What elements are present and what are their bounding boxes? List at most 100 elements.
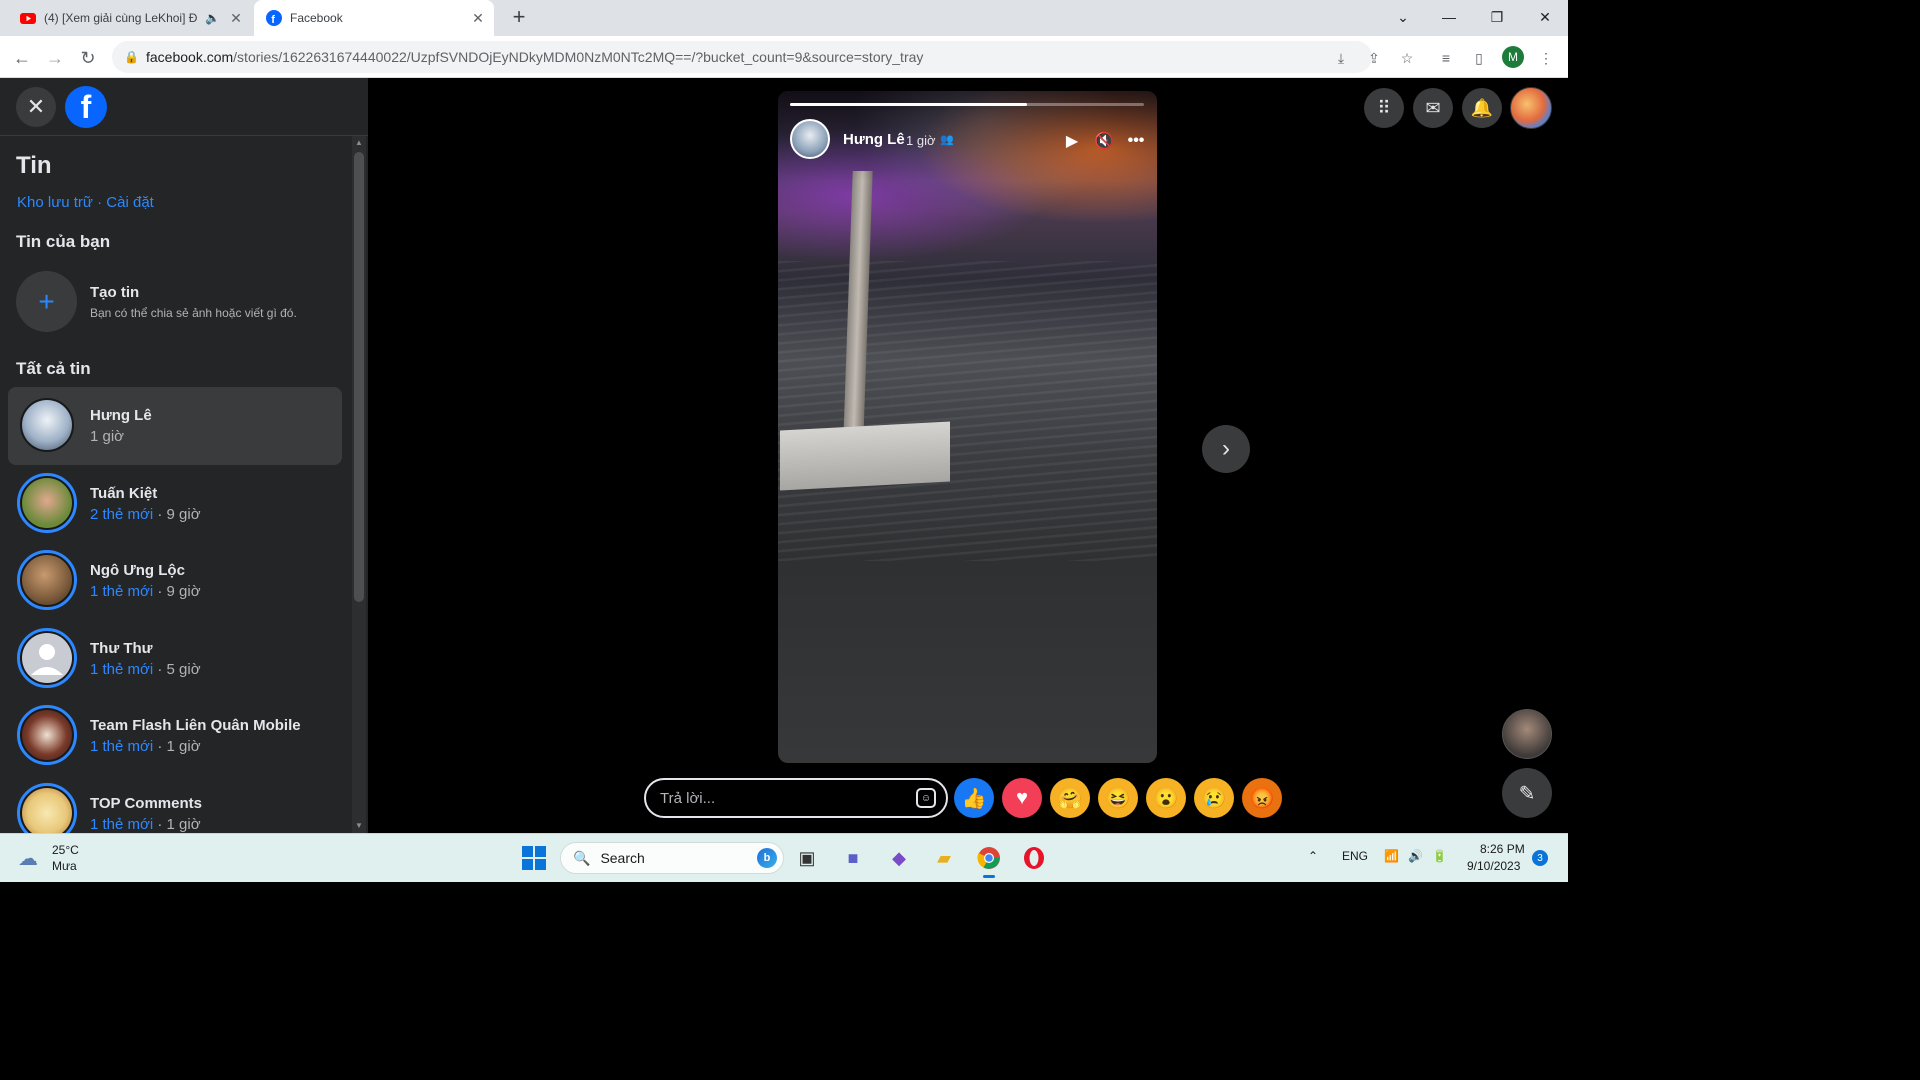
media-controls-icon[interactable]: ≡: [1434, 46, 1458, 70]
story-item[interactable]: Ngô Ưng Lộc 1 thẻ mới · 9 giờ: [8, 542, 342, 620]
sticker-icon[interactable]: ☺: [916, 788, 936, 808]
address-bar[interactable]: 🔒 facebook.com/stories/1622631674440022/…: [112, 41, 1372, 73]
chrome-icon[interactable]: [973, 842, 1005, 878]
new-tab-button[interactable]: +: [506, 6, 532, 30]
task-view-icon[interactable]: ▣: [791, 842, 823, 874]
weather-description[interactable]: Mưa: [52, 859, 77, 873]
next-story-button[interactable]: ›: [1202, 425, 1250, 473]
new-cards-count: 1 thẻ mới: [90, 815, 154, 833]
close-stories-button[interactable]: ✕: [16, 87, 56, 127]
story-time: 1 giờ: [90, 428, 125, 445]
visual-studio-icon[interactable]: ◆: [883, 842, 915, 874]
lock-icon[interactable]: 🔒: [124, 50, 139, 64]
scroll-up-icon[interactable]: ▲: [352, 136, 366, 150]
close-icon: ✕: [26, 94, 46, 119]
clock-date[interactable]: 9/10/2023: [1467, 859, 1520, 873]
volume-icon[interactable]: 🔊: [1408, 849, 1423, 863]
play-icon[interactable]: ▶: [1060, 129, 1084, 153]
notifications-bell-icon[interactable]: 🔔: [1462, 88, 1502, 128]
taskbar-search[interactable]: 🔍 Search b: [560, 842, 784, 874]
new-message-button[interactable]: ✎: [1502, 768, 1552, 818]
menu-kebab-icon[interactable]: ⋮: [1534, 46, 1558, 70]
contact-avatar[interactable]: [1502, 709, 1552, 759]
show-hidden-icons-icon[interactable]: ⌃: [1308, 849, 1318, 863]
reply-placeholder: Trả lời...: [660, 789, 716, 807]
messenger-icon[interactable]: ✉: [1413, 88, 1453, 128]
haha-reaction[interactable]: 😆: [1098, 778, 1138, 818]
tab-search-icon[interactable]: ⌄: [1380, 0, 1426, 34]
minimize-button[interactable]: —: [1426, 0, 1472, 34]
teams-icon[interactable]: ■: [837, 842, 869, 874]
avatar[interactable]: [790, 119, 830, 159]
rain-cloud-icon[interactable]: ☁: [18, 846, 46, 870]
tab-youtube[interactable]: (4) [Xem giải cùng LeKhoi] Đ 🔈 ✕: [8, 0, 252, 36]
side-panel-icon[interactable]: ▯: [1467, 46, 1491, 70]
opera-icon[interactable]: [1018, 842, 1050, 874]
browser-toolbar: ← → ↻ 🔒 facebook.com/stories/16226316744…: [0, 36, 1568, 78]
restore-button[interactable]: ❐: [1474, 0, 1520, 34]
settings-link[interactable]: Cài đặt: [106, 194, 154, 211]
default-avatar-icon: [22, 632, 72, 683]
back-icon[interactable]: ←: [8, 44, 36, 72]
avatar: [17, 705, 77, 766]
scrollbar-thumb[interactable]: [354, 152, 364, 602]
archive-link[interactable]: Kho lưu trữ: [17, 194, 93, 211]
svg-text:f: f: [271, 14, 275, 26]
profile-avatar[interactable]: M: [1502, 46, 1524, 68]
story-card[interactable]: Hưng Lê 1 giờ 👥 ▶ 🔇 •••: [778, 91, 1157, 763]
mute-icon[interactable]: 🔇: [1092, 129, 1116, 153]
story-item[interactable]: Hưng Lê 1 giờ: [8, 387, 342, 465]
start-button[interactable]: [522, 846, 546, 870]
apps-menu-icon[interactable]: ⠿: [1364, 88, 1404, 128]
love-reaction[interactable]: ♥: [1002, 778, 1042, 818]
sad-reaction[interactable]: 😢: [1194, 778, 1234, 818]
story-item[interactable]: Thư Thư 1 thẻ mới · 5 giờ: [8, 620, 342, 698]
install-icon[interactable]: ⤓: [1329, 46, 1353, 70]
story-time: · 9 giờ: [153, 583, 201, 601]
share-icon[interactable]: ⇪: [1362, 46, 1386, 70]
close-tab-icon[interactable]: ✕: [226, 8, 246, 28]
close-window-button[interactable]: ✕: [1522, 0, 1568, 34]
clock-time[interactable]: 8:26 PM: [1480, 842, 1525, 856]
wifi-icon[interactable]: 📶: [1384, 849, 1399, 863]
story-item[interactable]: Tuấn Kiệt 2 thẻ mới · 9 giờ: [8, 465, 342, 543]
bookmark-star-icon[interactable]: ☆: [1395, 46, 1419, 70]
account-avatar[interactable]: [1510, 87, 1552, 129]
story-author-name[interactable]: Hưng Lê: [843, 131, 905, 148]
facebook-logo-icon[interactable]: f: [65, 86, 107, 128]
chevron-right-icon: ›: [1222, 435, 1230, 462]
create-story-item[interactable]: + Tạo tin Bạn có thể chia sẻ ảnh hoặc vi…: [16, 271, 346, 333]
story-author-name: Hưng Lê: [90, 407, 152, 424]
care-reaction[interactable]: 🤗: [1050, 778, 1090, 818]
story-item[interactable]: Team Flash Liên Quân Mobile 1 thẻ mới · …: [8, 697, 342, 775]
angry-reaction[interactable]: 😡: [1242, 778, 1282, 818]
reload-icon[interactable]: ↻: [74, 44, 102, 72]
story-time: · 5 giờ: [153, 660, 201, 678]
input-language[interactable]: ENG: [1342, 849, 1368, 863]
story-progress-bar: [790, 103, 1144, 106]
forward-icon[interactable]: →: [41, 44, 69, 72]
close-tab-icon[interactable]: ✕: [468, 8, 488, 28]
story-author-name: Tuấn Kiệt: [90, 484, 158, 502]
page-title: Tin: [16, 152, 52, 179]
tab-title: Facebook: [290, 11, 343, 25]
like-reaction[interactable]: 👍: [954, 778, 994, 818]
sidebar-scrollbar[interactable]: ▲ ▼: [352, 136, 366, 833]
speaker-icon[interactable]: 🔈: [205, 11, 220, 25]
file-explorer-icon[interactable]: ▰: [928, 842, 960, 874]
scroll-down-icon[interactable]: ▼: [352, 819, 366, 833]
story-author-name: TOP Comments: [90, 794, 202, 812]
bing-icon[interactable]: b: [757, 848, 777, 868]
notification-badge[interactable]: 3: [1532, 850, 1548, 866]
tab-facebook[interactable]: f Facebook ✕: [254, 0, 494, 36]
curb-image: [780, 421, 950, 491]
story-time: · 9 giờ: [153, 505, 201, 523]
weather-temperature[interactable]: 25°C: [52, 843, 79, 857]
more-options-icon[interactable]: •••: [1124, 129, 1148, 153]
reply-input[interactable]: Trả lời... ☺: [644, 778, 948, 818]
create-story-desc: Bạn có thể chia sẻ ảnh hoặc viết gì đó.: [90, 306, 297, 320]
wow-reaction[interactable]: 😮: [1146, 778, 1186, 818]
story-item[interactable]: TOP Comments 1 thẻ mới · 1 giờ: [8, 775, 342, 833]
battery-icon[interactable]: 🔋: [1432, 849, 1447, 863]
story-time: · 1 giờ: [153, 738, 201, 756]
